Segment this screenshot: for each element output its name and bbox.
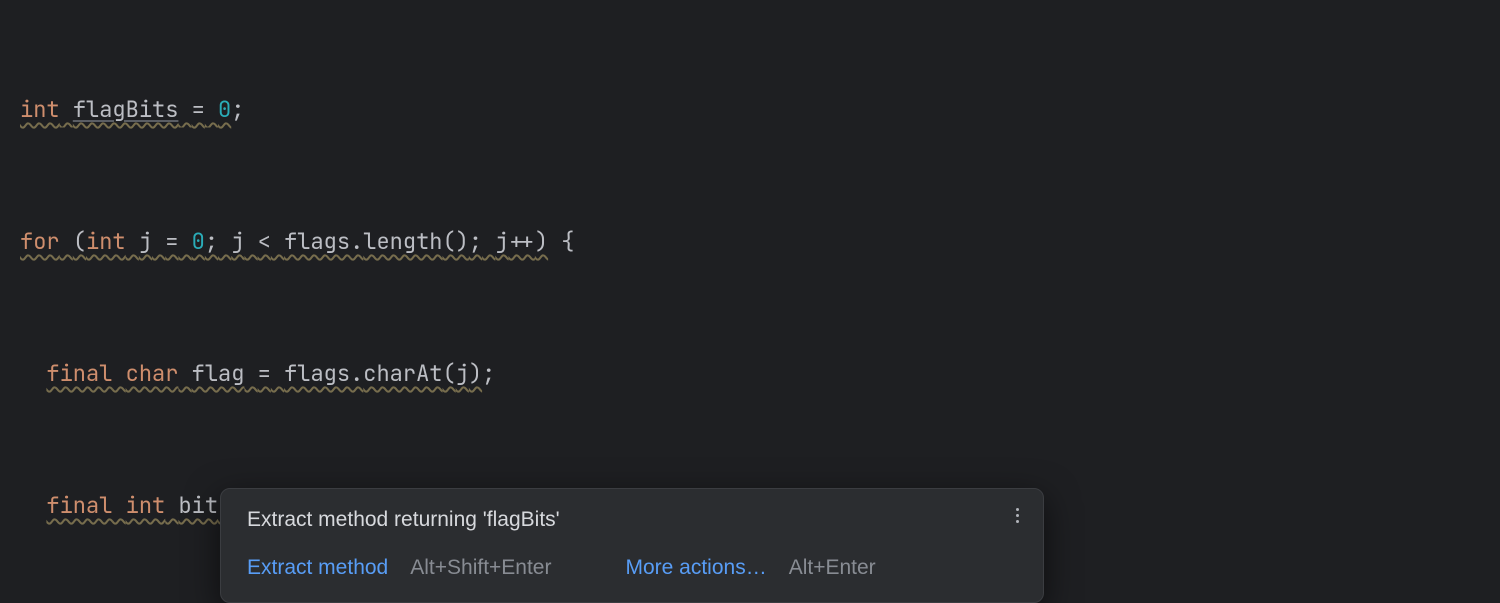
intention-title: Extract method returning 'flagBits' (247, 503, 1023, 537)
intention-actions: Extract method Alt+Shift+Enter More acti… (247, 551, 1023, 585)
extract-method-link[interactable]: Extract method (247, 551, 388, 585)
shortcut-text: Alt+Enter (789, 551, 876, 585)
intention-popup: Extract method returning 'flagBits' Extr… (220, 488, 1044, 603)
code-line[interactable]: for (int j = 0; j < flags.length(); j++)… (20, 220, 1500, 264)
more-icon[interactable] (1005, 503, 1029, 527)
code-line[interactable]: final char flag = flags.charAt(j); (20, 352, 1500, 396)
code-line[interactable]: int flagBits = 0; (20, 88, 1500, 132)
more-actions-link[interactable]: More actions… (625, 551, 766, 585)
shortcut-text: Alt+Shift+Enter (410, 551, 551, 585)
